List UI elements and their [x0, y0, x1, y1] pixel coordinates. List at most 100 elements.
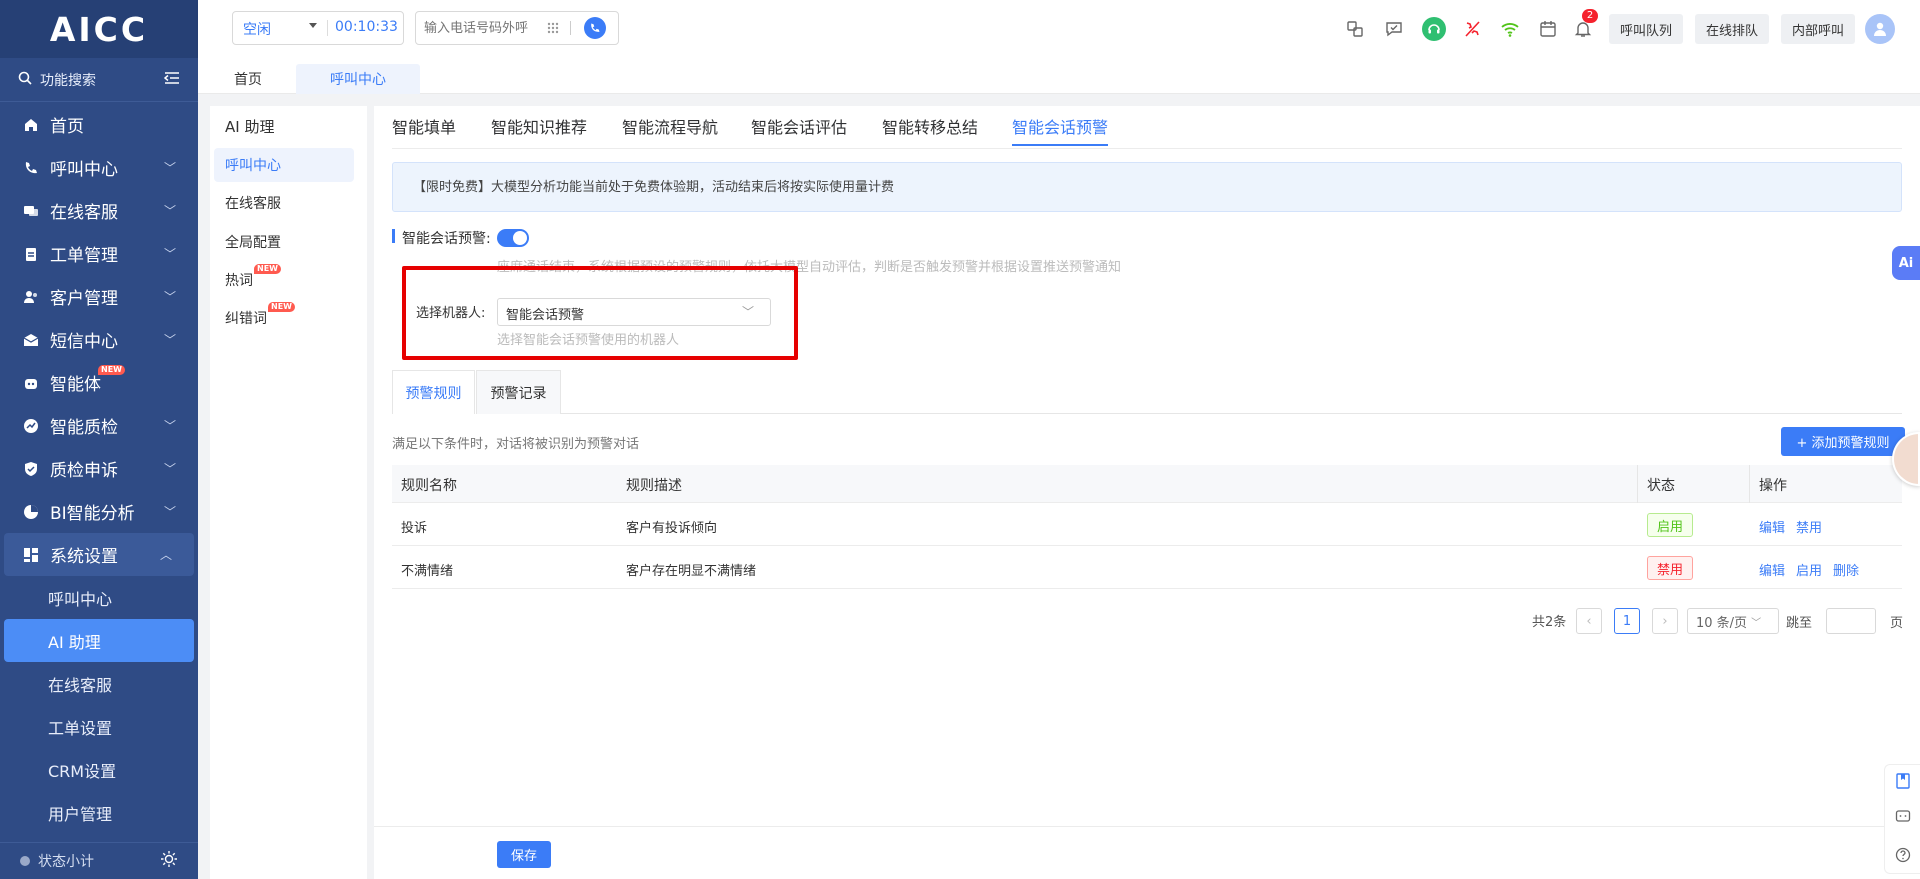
subnav-user-management[interactable]: 用户管理	[0, 791, 198, 834]
menu-item-online-service[interactable]: 在线客服	[214, 186, 354, 220]
function-search[interactable]: 功能搜索	[0, 58, 198, 102]
goto-label: 跳至	[1786, 616, 1813, 631]
save-button[interactable]: 保存	[497, 841, 551, 868]
goto-page-input[interactable]	[1826, 608, 1876, 634]
dial-box	[415, 11, 619, 45]
add-rule-button[interactable]: + 添加预警规则	[1781, 427, 1905, 456]
robot-label: 选择机器人:	[416, 306, 486, 321]
col-rule-name: 规则名称	[401, 478, 457, 494]
rule-name: 不满情绪	[401, 564, 454, 579]
robot-hint: 选择智能会话预警使用的机器人	[497, 333, 680, 348]
table-header	[392, 465, 1902, 503]
tab-call-center[interactable]: 呼叫中心	[296, 64, 420, 94]
tab-home[interactable]: 首页	[212, 64, 284, 94]
app-logo: AICC	[0, 0, 198, 58]
subnav-ai-assistant[interactable]: AI 助理	[4, 619, 194, 662]
disable-link[interactable]: 禁用	[1796, 517, 1822, 536]
menu-item-hot-words[interactable]: 热词	[214, 263, 354, 297]
feedback-icon[interactable]	[1895, 809, 1911, 829]
internal-call-button[interactable]: 内部呼叫	[1781, 14, 1855, 44]
subnav-ticket-settings[interactable]: 工单设置	[0, 705, 198, 748]
calendar-icon[interactable]	[1537, 18, 1559, 40]
headset-icon[interactable]	[1422, 17, 1446, 41]
status-dot-icon	[20, 856, 30, 866]
tab-transfer-summary[interactable]: 智能转移总结	[882, 114, 978, 146]
tab-knowledge-recommend[interactable]: 智能知识推荐	[491, 114, 587, 146]
chevron-down-icon: ﹀	[742, 305, 755, 319]
message-check-icon[interactable]	[1383, 18, 1405, 40]
warning-toggle[interactable]	[497, 229, 529, 247]
nav-call-center[interactable]: 呼叫中心 ﹀	[0, 146, 198, 189]
ai-assistant-menu: AI 助理 呼叫中心 在线客服 全局配置 热词 NEW 纠错词 NEW	[210, 106, 367, 879]
tab-smart-form[interactable]: 智能填单	[392, 114, 456, 146]
dial-input[interactable]	[424, 18, 534, 38]
transfer-icon[interactable]	[1344, 18, 1366, 40]
side-toolbar	[1884, 764, 1920, 874]
nav-bi[interactable]: BI智能分析 ﹀	[0, 490, 198, 533]
next-page-button[interactable]: ›	[1652, 608, 1678, 634]
status-summary[interactable]: 状态小计	[0, 842, 198, 879]
chevron-up-icon: ︿	[159, 548, 172, 562]
col-actions: 操作	[1759, 478, 1787, 494]
delete-link[interactable]: 删除	[1833, 560, 1859, 579]
robot-select[interactable]: 智能会话预警 ﹀	[497, 298, 771, 326]
nav-customer[interactable]: 客户管理 ﹀	[0, 275, 198, 318]
page-number[interactable]: 1	[1614, 608, 1640, 634]
collapse-menu-icon[interactable]	[163, 71, 180, 89]
menu-item-global-config[interactable]: 全局配置	[214, 225, 354, 259]
sidebar: AICC 功能搜索 首页 呼叫中心 ﹀ 在线客服 ﹀ 工单管理 ﹀ 客户管理 ﹀ 短信中…	[0, 0, 198, 879]
new-badge: NEW	[268, 302, 295, 312]
nav-system-settings[interactable]: 系统设置 ︿	[4, 533, 194, 576]
subnav-call-center[interactable]: 呼叫中心	[0, 576, 198, 619]
chevron-down-icon: ﹀	[1751, 617, 1762, 629]
sun-icon[interactable]	[160, 850, 178, 872]
tab-flow-navigation[interactable]: 智能流程导航	[622, 114, 718, 146]
menu-item-label: 纠错词	[225, 311, 267, 327]
top-bar: 空闲 00:10:33 2 呼叫队列 在线排队 内部呼叫	[198, 0, 1920, 58]
rule-desc: 客户存在明显不满情绪	[626, 564, 757, 579]
nav-quality[interactable]: 智能质检 ﹀	[0, 404, 198, 447]
help-icon[interactable]	[1895, 847, 1911, 867]
nav-online-service[interactable]: 在线客服 ﹀	[0, 189, 198, 232]
chart-icon	[20, 416, 42, 436]
dial-call-button[interactable]	[584, 17, 606, 39]
subnav-crm-settings[interactable]: CRM设置	[0, 748, 198, 791]
ai-float-icon[interactable]: Ai	[1892, 246, 1920, 280]
chevron-down-icon: ﹀	[163, 161, 176, 175]
tab-session-warning[interactable]: 智能会话预警	[1012, 114, 1109, 146]
nav-sms[interactable]: 短信中心 ﹀	[0, 318, 198, 361]
tab-session-evaluation[interactable]: 智能会话评估	[751, 114, 847, 146]
toggle-label: 智能会话预警:	[402, 231, 491, 247]
subtab-warning-rules[interactable]: 预警规则	[392, 370, 475, 414]
new-badge: NEW	[254, 264, 281, 274]
chevron-down-icon: ﹀	[163, 419, 176, 433]
page-size-select[interactable]: 10 条/页 ﹀	[1687, 608, 1779, 634]
subnav-online-service[interactable]: 在线客服	[0, 662, 198, 705]
search-label: 功能搜索	[40, 72, 96, 89]
menu-item-call-center[interactable]: 呼叫中心	[214, 148, 354, 182]
robot-icon	[20, 373, 42, 393]
prev-page-button[interactable]: ‹	[1576, 608, 1602, 634]
online-queue-button[interactable]: 在线排队	[1695, 14, 1769, 44]
mute-phone-icon[interactable]	[1461, 18, 1483, 40]
nav-appeal[interactable]: 质检申诉 ﹀	[0, 447, 198, 490]
shield-icon	[20, 459, 42, 479]
subtab-warning-records[interactable]: 预警记录	[476, 370, 561, 414]
rule-desc: 客户有投诉倾向	[626, 521, 718, 536]
keypad-icon[interactable]	[546, 20, 560, 39]
clipboard-icon	[20, 244, 42, 264]
chevron-down-icon: ﹀	[163, 462, 176, 476]
avatar[interactable]	[1865, 14, 1895, 44]
nav-home[interactable]: 首页	[0, 103, 198, 146]
edit-link[interactable]: 编辑	[1759, 560, 1785, 579]
enable-link[interactable]: 启用	[1796, 560, 1822, 579]
agent-status-box[interactable]: 空闲 00:10:33	[232, 11, 404, 45]
bookmark-icon[interactable]	[1895, 773, 1911, 793]
status-badge: 禁用	[1647, 556, 1693, 580]
nav-agent[interactable]: 智能体 NEW	[0, 361, 198, 404]
col-status: 状态	[1647, 478, 1675, 494]
nav-ticket[interactable]: 工单管理 ﹀	[0, 232, 198, 275]
call-queue-button[interactable]: 呼叫队列	[1609, 14, 1683, 44]
edit-link[interactable]: 编辑	[1759, 517, 1785, 536]
pagination-total: 共2条	[1532, 615, 1567, 630]
